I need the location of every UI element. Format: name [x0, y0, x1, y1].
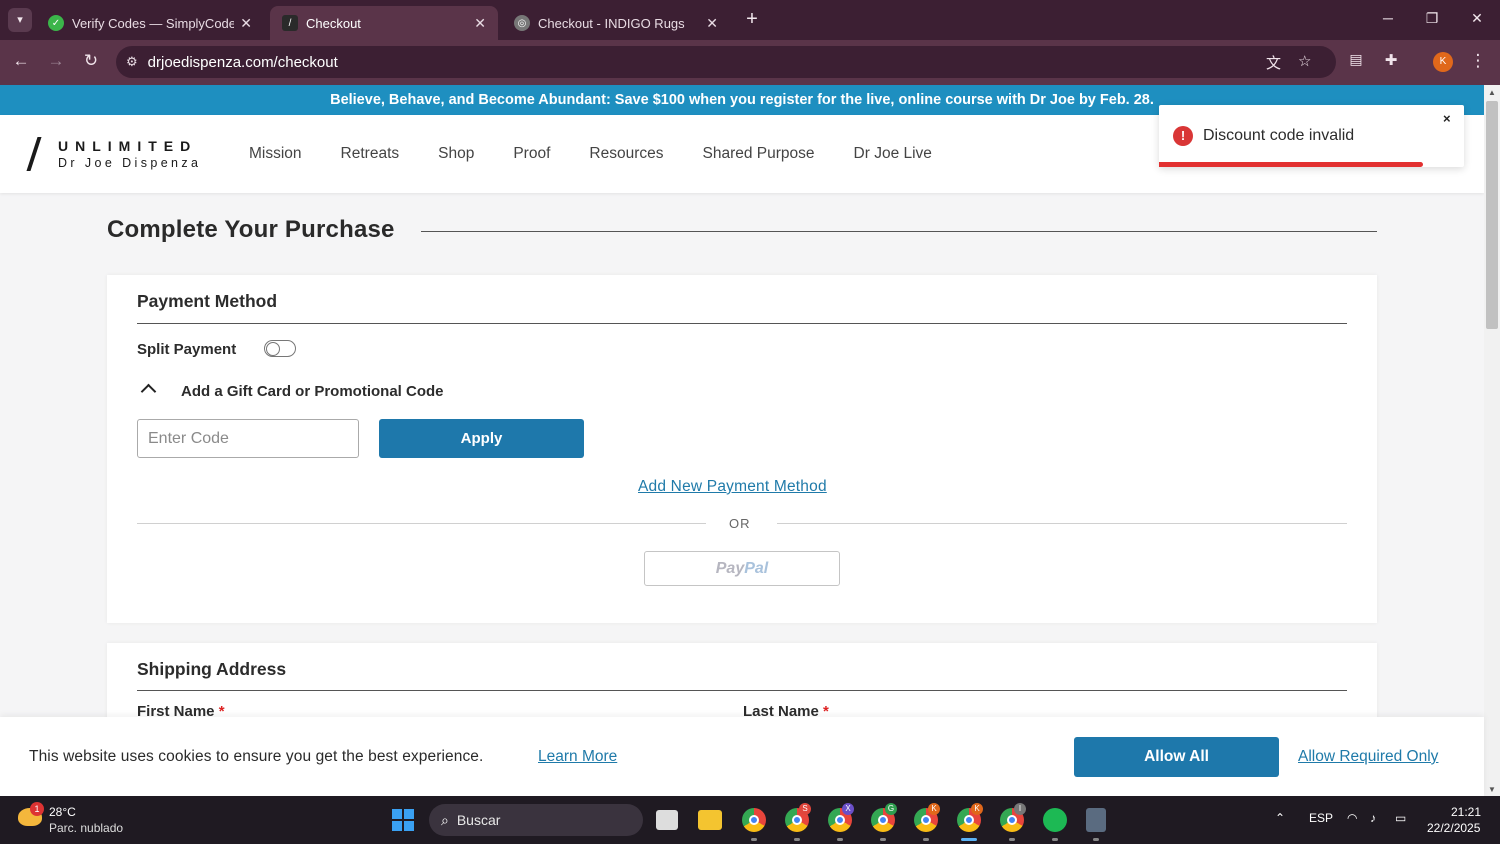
- task-view-icon[interactable]: [656, 810, 678, 830]
- allow-all-button[interactable]: Allow All: [1074, 737, 1279, 777]
- close-tab-icon[interactable]: ✕: [474, 15, 486, 32]
- nav-resources[interactable]: Resources: [589, 145, 663, 163]
- gift-card-toggle-label[interactable]: Add a Gift Card or Promotional Code: [181, 383, 444, 400]
- main-nav: Mission Retreats Shop Proof Resources Sh…: [249, 145, 932, 163]
- error-icon: !: [1173, 126, 1193, 146]
- globe-favicon-icon: ◎: [514, 15, 530, 31]
- clock-date[interactable]: 22/2/2025: [1427, 821, 1480, 835]
- toast-message: Discount code invalid: [1203, 127, 1355, 144]
- extension-icon[interactable]: ▤: [1345, 51, 1367, 68]
- close-tab-icon[interactable]: ✕: [240, 15, 252, 32]
- cookie-message: This website uses cookies to ensure you …: [29, 748, 484, 765]
- running-indicator: [923, 838, 929, 841]
- chrome-app-icon[interactable]: [742, 808, 766, 832]
- promo-code-input[interactable]: [137, 419, 359, 458]
- tab-search-menu-icon[interactable]: ▾: [8, 8, 32, 32]
- payment-method-card: Payment Method Split Payment Add a Gift …: [107, 275, 1377, 623]
- close-window-icon[interactable]: ✕: [1467, 10, 1487, 27]
- tab-checkout[interactable]: / Checkout ✕: [270, 6, 498, 40]
- page-title: Complete Your Purchase: [107, 216, 395, 243]
- logo-slash-icon: [26, 137, 42, 171]
- site-settings-icon[interactable]: ⚙: [126, 54, 138, 70]
- taskbar-search[interactable]: ⌕ Buscar: [429, 804, 643, 836]
- address-bar[interactable]: ⚙ drjoedispenza.com/checkout 文 ☆: [116, 46, 1336, 78]
- running-indicator: [880, 838, 886, 841]
- running-indicator: [1093, 838, 1099, 841]
- reload-icon[interactable]: ↻: [80, 51, 102, 71]
- allow-required-only-link[interactable]: Allow Required Only: [1298, 748, 1438, 766]
- windows-taskbar: 1 28°C Parc. nublado ⌕ Buscar S X G K K …: [0, 796, 1500, 844]
- language-indicator[interactable]: ESP: [1309, 811, 1333, 825]
- or-label: OR: [729, 516, 751, 531]
- close-tab-icon[interactable]: ✕: [706, 15, 718, 32]
- toast-progress-bar: [1159, 162, 1423, 167]
- bookmark-star-icon[interactable]: ☆: [1298, 52, 1311, 70]
- nav-dr-joe-live[interactable]: Dr Joe Live: [854, 145, 932, 163]
- nav-shop[interactable]: Shop: [438, 145, 474, 163]
- nav-proof[interactable]: Proof: [513, 145, 550, 163]
- running-indicator: [794, 838, 800, 841]
- nav-retreats[interactable]: Retreats: [341, 145, 400, 163]
- volume-icon[interactable]: ♪: [1370, 811, 1376, 825]
- weather-badge: 1: [30, 802, 44, 816]
- forward-icon[interactable]: →: [45, 51, 67, 71]
- chevron-up-tray-icon[interactable]: ⌃: [1275, 811, 1285, 825]
- section-divider: [137, 690, 1347, 691]
- scroll-down-icon[interactable]: ▼: [1486, 785, 1498, 794]
- cookie-banner: This website uses cookies to ensure you …: [0, 717, 1484, 797]
- title-divider: [421, 231, 1377, 232]
- running-indicator: [751, 838, 757, 841]
- extensions-puzzle-icon[interactable]: ✚: [1380, 51, 1402, 69]
- nav-shared-purpose[interactable]: Shared Purpose: [703, 145, 815, 163]
- translate-icon[interactable]: 文: [1266, 52, 1281, 73]
- error-toast: ! Discount code invalid ×: [1159, 105, 1464, 167]
- running-indicator: [837, 838, 843, 841]
- chevron-up-icon[interactable]: [140, 383, 157, 400]
- section-divider: [137, 323, 1347, 324]
- browser-tab-bar: ▾ ✓ Verify Codes — SimplyCodes ✕ / Check…: [0, 0, 1500, 40]
- wifi-icon[interactable]: ◠: [1347, 811, 1357, 825]
- or-divider-right: [777, 523, 1347, 524]
- minimize-icon[interactable]: ─: [1378, 10, 1398, 26]
- tab-indigo-rugs[interactable]: ◎ Checkout - INDIGO Rugs ✕: [502, 6, 730, 40]
- calculator-icon[interactable]: [1086, 808, 1106, 832]
- scroll-up-icon[interactable]: ▲: [1486, 88, 1498, 97]
- clock-time[interactable]: 21:21: [1451, 805, 1481, 819]
- new-tab-button[interactable]: +: [742, 8, 762, 30]
- spotify-icon[interactable]: [1043, 808, 1067, 832]
- simplycodes-favicon-icon: ✓: [48, 15, 64, 31]
- apply-button[interactable]: Apply: [379, 419, 584, 458]
- nav-mission[interactable]: Mission: [249, 145, 302, 163]
- active-indicator: [961, 838, 977, 841]
- split-payment-toggle[interactable]: [264, 340, 296, 357]
- running-indicator: [1009, 838, 1015, 841]
- close-icon[interactable]: ×: [1443, 111, 1451, 126]
- dr-joe-favicon-icon: /: [282, 15, 298, 31]
- browser-menu-icon[interactable]: ⋮: [1467, 51, 1489, 71]
- file-explorer-icon[interactable]: [698, 810, 722, 830]
- back-icon[interactable]: ←: [10, 51, 32, 71]
- shipping-address-title: Shipping Address: [137, 659, 287, 679]
- running-indicator: [1052, 838, 1058, 841]
- payment-method-title: Payment Method: [137, 291, 278, 311]
- split-payment-label: Split Payment: [137, 341, 237, 358]
- browser-toolbar: ← → ↻ ⚙ drjoedispenza.com/checkout 文 ☆ ▤…: [0, 40, 1500, 85]
- or-divider-left: [137, 523, 706, 524]
- learn-more-link[interactable]: Learn More: [538, 748, 617, 766]
- profile-avatar[interactable]: K: [1433, 52, 1453, 72]
- add-new-payment-method-link[interactable]: Add New Payment Method: [638, 478, 827, 496]
- search-icon: ⌕: [441, 811, 449, 828]
- restore-icon[interactable]: ❐: [1422, 10, 1442, 27]
- scrollbar-thumb[interactable]: [1486, 101, 1498, 329]
- paypal-button[interactable]: PayPal: [644, 551, 840, 586]
- battery-icon[interactable]: ▭: [1395, 811, 1406, 825]
- tab-simplycodes[interactable]: ✓ Verify Codes — SimplyCodes ✕: [36, 6, 264, 40]
- windows-start-icon[interactable]: [392, 809, 414, 831]
